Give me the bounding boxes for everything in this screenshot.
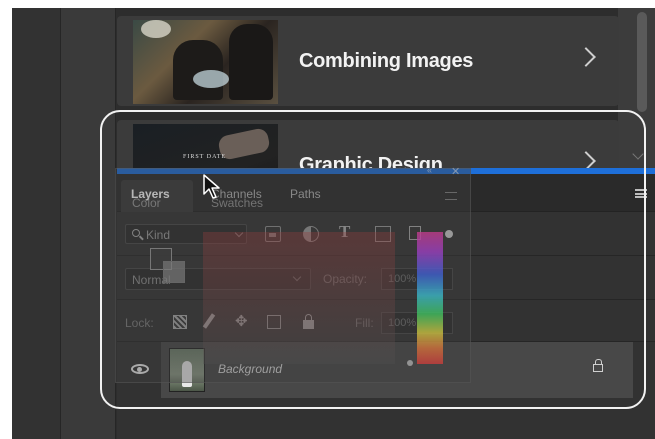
type-layer-filter-icon[interactable]: T [339, 222, 355, 241]
blend-row: Normal Opacity: 100% [117, 256, 655, 300]
filter-row: Kind T [117, 212, 655, 256]
chevron-right-icon [576, 47, 596, 67]
chevron-down-icon [234, 228, 244, 238]
layers-panel: Layers Channels Paths Kind T Normal Opac… [117, 174, 655, 439]
blend-mode-value: Normal [132, 273, 171, 287]
lock-artboard-icon[interactable] [267, 315, 281, 329]
thumbnail-caption: FIRST DATE [183, 154, 227, 160]
lock-image-pixels-icon[interactable] [202, 313, 216, 329]
pixel-layer-filter-icon[interactable] [265, 226, 281, 242]
blend-mode-select[interactable]: Normal [125, 268, 311, 290]
shape-layer-filter-icon[interactable] [375, 226, 391, 242]
eye-icon[interactable] [131, 364, 149, 374]
screenshot-frame: Combining Images FIRST DATE Graphic Desi… [0, 0, 655, 439]
lock-icon [593, 359, 603, 372]
chevron-down-icon [292, 272, 302, 282]
tab-paths[interactable]: Paths [290, 187, 321, 201]
lock-label: Lock: [125, 316, 154, 330]
lock-position-icon[interactable]: ✥ [235, 312, 249, 330]
fill-field[interactable]: 100% [381, 312, 453, 334]
person-silhouette [229, 24, 273, 100]
layer-row-background[interactable]: Background [161, 342, 633, 398]
lock-all-icon[interactable] [303, 314, 314, 329]
lock-transparent-pixels-icon[interactable] [173, 315, 187, 329]
kind-label: Kind [146, 228, 171, 242]
tab-layers[interactable]: Layers [131, 187, 170, 201]
learn-card-combining-images[interactable]: Combining Images [117, 16, 619, 106]
opacity-label: Opacity: [323, 272, 368, 286]
filter-toggle-icon[interactable] [445, 230, 453, 238]
work-light [193, 70, 229, 88]
fill-label: Fill: [355, 316, 374, 330]
card-thumbnail [133, 20, 278, 104]
tools-column [60, 8, 116, 439]
fill-value: 100% [388, 317, 417, 329]
layer-kind-filter[interactable]: Kind [125, 224, 247, 244]
lock-row: Lock: ✥ Fill: 100% [117, 300, 655, 342]
lamp-shape [141, 20, 171, 38]
layer-thumbnail [169, 348, 205, 392]
opacity-value: 100% [388, 273, 417, 285]
panel-tab-bar: Layers Channels Paths [117, 174, 655, 212]
search-icon [132, 229, 140, 237]
card-title: Combining Images [299, 50, 474, 72]
scrollbar-thumb[interactable] [637, 12, 647, 112]
panel-menu-icon[interactable] [635, 189, 647, 198]
layer-name: Background [218, 362, 283, 376]
left-panel-dock [12, 8, 60, 439]
opacity-field[interactable]: 100% [381, 268, 453, 290]
adjustment-layer-filter-icon[interactable] [303, 226, 319, 242]
smart-object-filter-icon[interactable] [409, 226, 421, 240]
